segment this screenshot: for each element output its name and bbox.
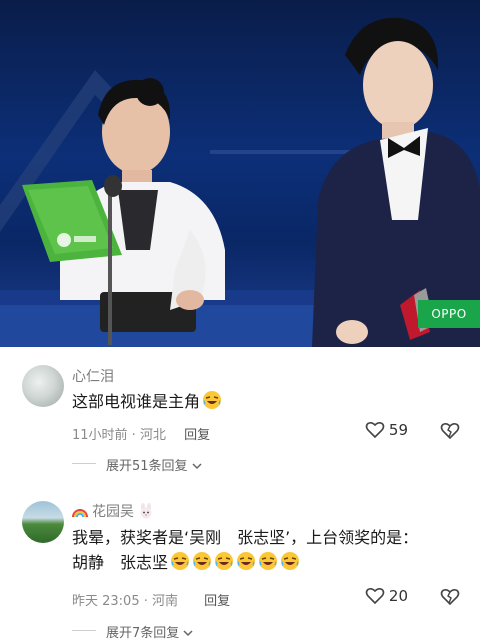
- comment-text-line2: 胡静 张志坚: [72, 553, 169, 572]
- comment-item: 花园吴 我晕，获奖者是‘吴刚 张志坚’，上台领奖的是： 胡静 张志坚 昨天 23…: [0, 485, 480, 641]
- heart-outline-icon: [365, 587, 385, 605]
- laughing-crying-emoji: [193, 552, 212, 570]
- comment-text-body: 这部电视谁是主角: [72, 392, 201, 411]
- chevron-down-icon: [192, 463, 202, 470]
- like-count: 59: [388, 421, 408, 439]
- expand-replies-label: 展开7条回复: [106, 626, 180, 641]
- dislike-button[interactable]: [440, 422, 460, 444]
- rainbow-icon: [72, 509, 88, 517]
- avatar[interactable]: [22, 501, 64, 543]
- video-player[interactable]: OPPO: [0, 0, 480, 347]
- comment-time-location: 11小时前 · 河北: [72, 428, 166, 443]
- expand-replies-button[interactable]: 展开7条回复: [106, 622, 193, 641]
- broken-heart-icon: [440, 422, 460, 440]
- presenter-man: [312, 17, 480, 347]
- laughing-crying-emoji: [215, 552, 234, 570]
- emoji-group: [168, 552, 300, 572]
- like-count: 20: [388, 587, 408, 605]
- comment-author-row[interactable]: 花园吴: [72, 501, 154, 521]
- comment-text[interactable]: 这部电视谁是主角: [72, 389, 222, 414]
- avatar[interactable]: [22, 365, 64, 407]
- chevron-down-icon: [183, 630, 193, 637]
- expand-divider: [72, 630, 96, 631]
- comment-author: 花园吴: [92, 504, 134, 520]
- reply-button[interactable]: 回复: [204, 594, 230, 609]
- like-button[interactable]: 59: [365, 421, 408, 439]
- comment-time-location: 昨天 23:05 · 河南: [72, 594, 178, 609]
- dislike-button[interactable]: [440, 588, 460, 610]
- comment-meta: 11小时前 · 河北 回复: [72, 424, 210, 443]
- laughing-crying-emoji: [171, 552, 190, 570]
- oppo-watermark: OPPO: [418, 300, 480, 328]
- comment-text-line1: 我晕，获奖者是‘吴刚 张志坚’，上台领奖的是：: [72, 528, 419, 547]
- rabbit-face-icon: [140, 503, 152, 519]
- reply-button[interactable]: 回复: [184, 428, 210, 443]
- laughing-crying-emoji: [281, 552, 300, 570]
- comment-meta: 昨天 23:05 · 河南 回复: [72, 590, 230, 609]
- broken-heart-icon: [440, 588, 460, 606]
- like-button[interactable]: 20: [365, 587, 408, 605]
- expand-divider: [72, 463, 96, 464]
- comment-author[interactable]: 心仁泪: [72, 366, 114, 386]
- laughing-crying-emoji: [237, 552, 256, 570]
- laughing-crying-emoji: [203, 391, 222, 409]
- expand-replies-label: 展开51条回复: [106, 459, 188, 474]
- comment-item: 心仁泪 这部电视谁是主角 11小时前 · 河北 回复 59 展开51条回复: [0, 347, 480, 485]
- expand-replies-button[interactable]: 展开51条回复: [106, 455, 202, 474]
- comment-text[interactable]: 我晕，获奖者是‘吴刚 张志坚’，上台领奖的是： 胡静 张志坚: [72, 525, 418, 575]
- comment-text-line2-row: 胡静 张志坚: [72, 550, 418, 575]
- video-frame: [0, 17, 480, 347]
- laughing-crying-emoji: [259, 552, 278, 570]
- heart-outline-icon: [365, 421, 385, 439]
